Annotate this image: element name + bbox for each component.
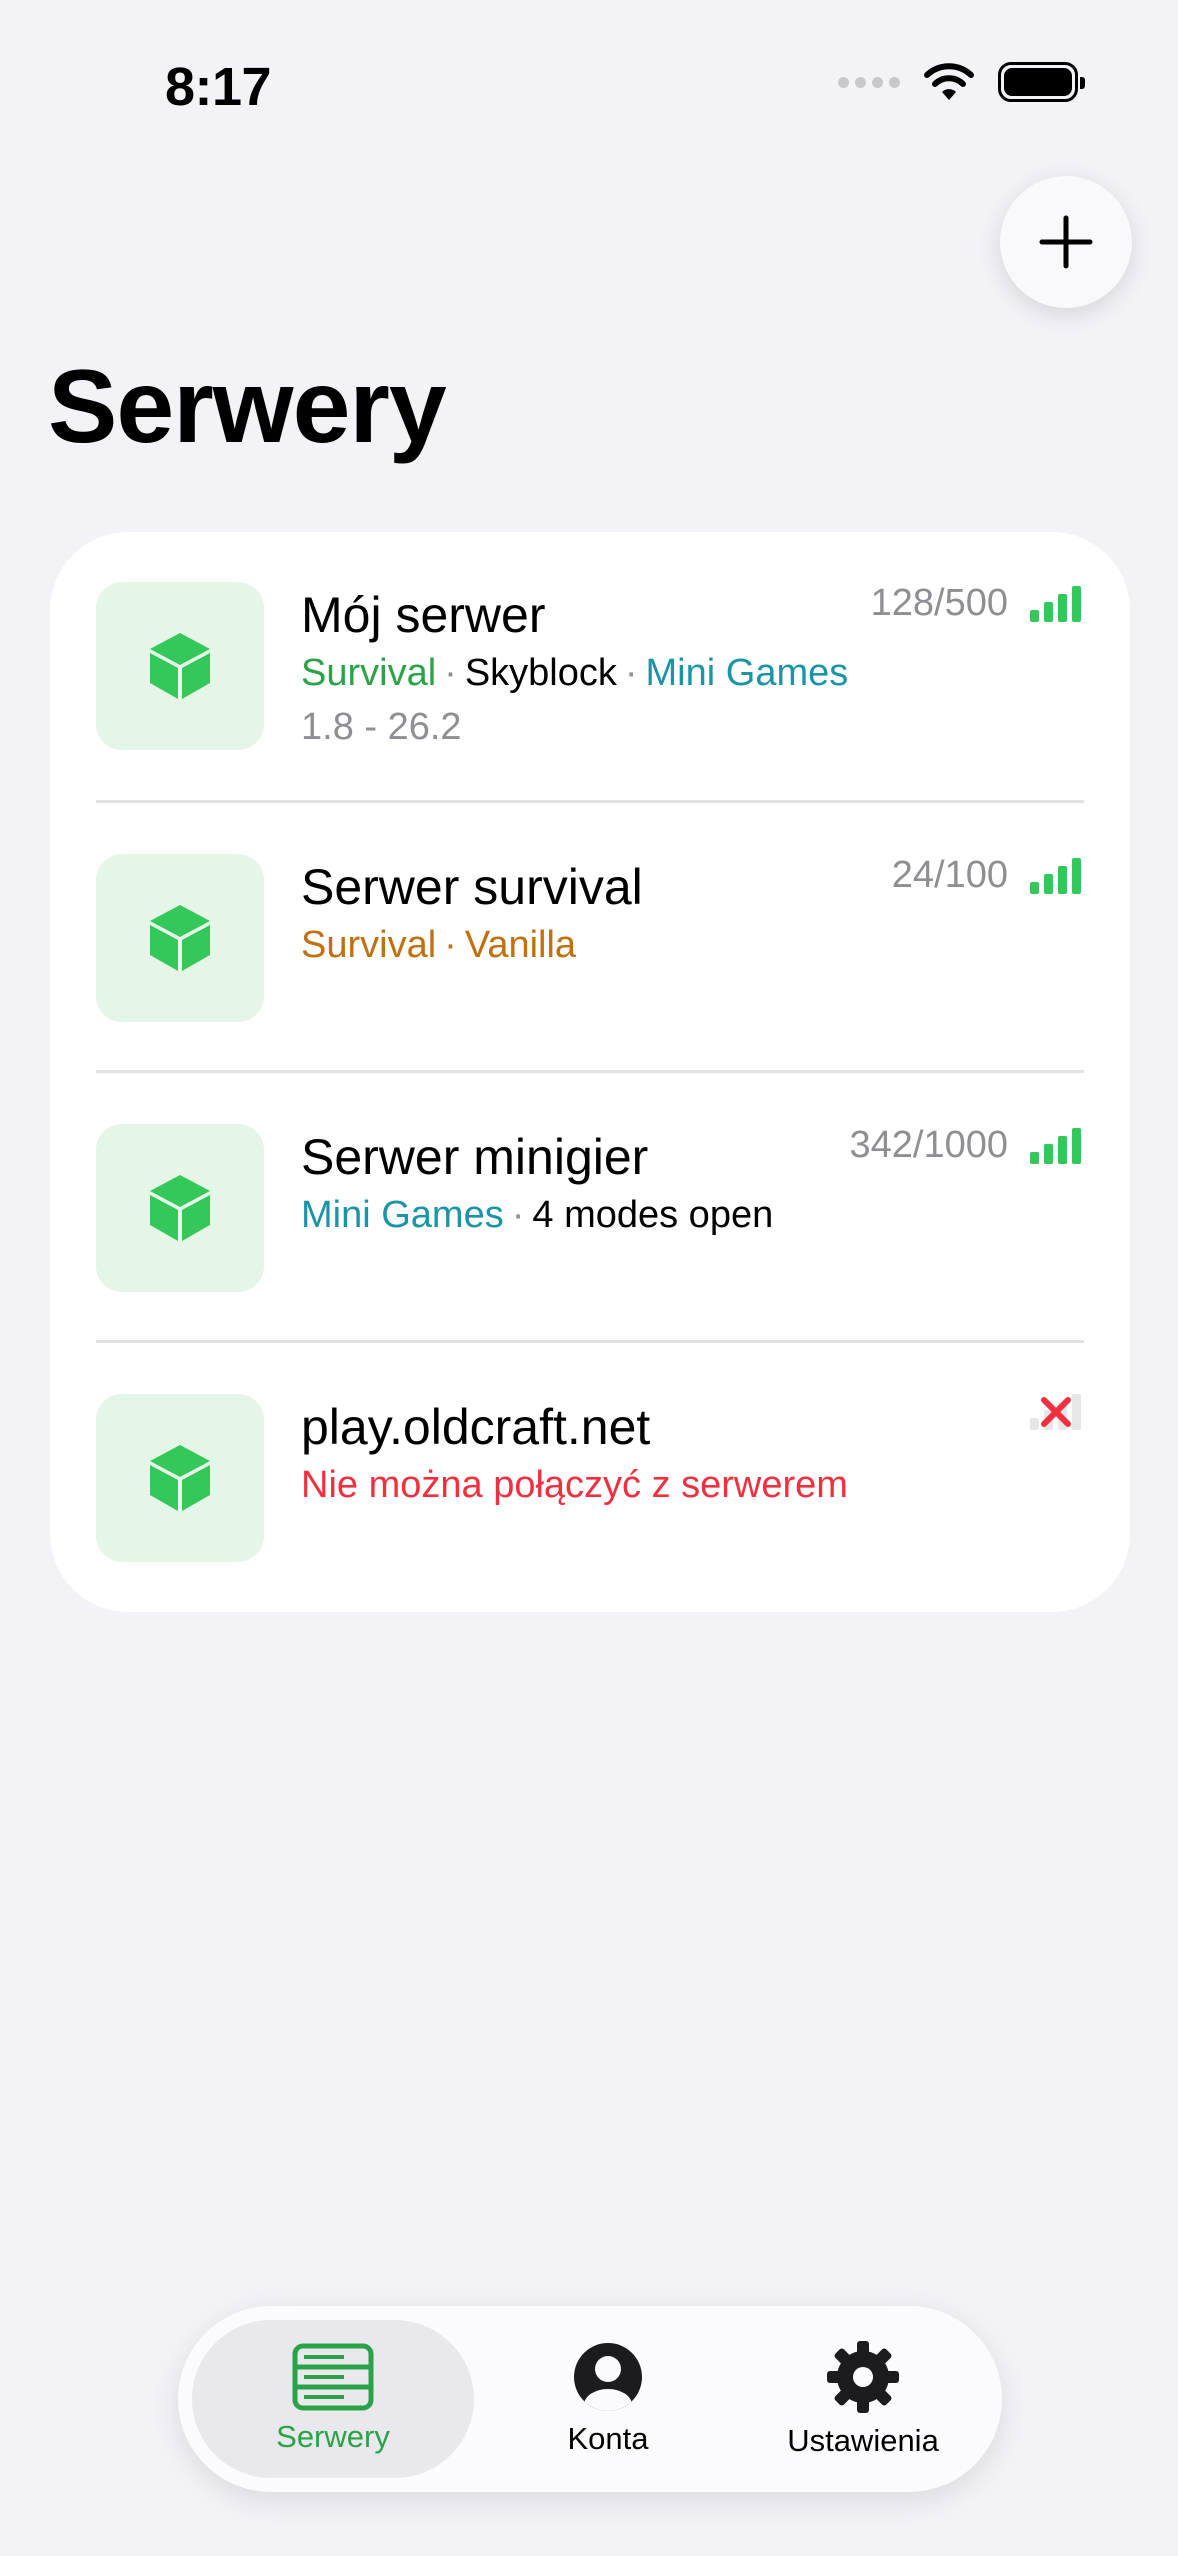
server-row[interactable]: Serwer survival 24/100 Survival · Vanilla [50, 804, 1130, 1054]
add-server-button[interactable] [1000, 176, 1132, 308]
tag-modes-open: 4 modes open [532, 1194, 774, 1236]
server-name: Serwer survival [301, 859, 643, 915]
tab-label: Ustawienia [787, 2423, 939, 2458]
tag-skyblock: Skyblock [464, 652, 617, 694]
wifi-icon [924, 63, 974, 100]
server-error-message: Nie można połączyć z serwerem [301, 1464, 848, 1506]
server-row[interactable]: Mój serwer 128/500 Survival · Skyblock · Min… [50, 532, 1130, 782]
status-time: 8:17 [165, 57, 272, 117]
server-tags: Survival · Skyblock · Mini Games [301, 652, 849, 694]
plus-icon [1039, 215, 1093, 269]
cellular-signal-icon [838, 76, 900, 88]
server-rack-icon [292, 2343, 374, 2411]
tag-mini-games: Mini Games [301, 1194, 504, 1236]
player-count: 128/500 [870, 582, 1008, 624]
server-name: play.oldcraft.net [301, 1399, 651, 1455]
tab-label: Konta [567, 2421, 649, 2456]
tag-vanilla: Vanilla [464, 924, 577, 966]
row-divider [96, 800, 1084, 803]
person-circle-icon [574, 2343, 642, 2411]
server-icon [96, 1124, 264, 1292]
battery-icon [998, 62, 1085, 102]
player-count: 342/1000 [849, 1124, 1009, 1166]
server-row[interactable]: Serwer minigier 342/1000 Mini Games · 4 mo… [50, 1074, 1130, 1324]
tab-bar: Serwery Konta Ustawienia [178, 2306, 1002, 2492]
cube-icon [150, 905, 210, 971]
server-icon [96, 582, 264, 750]
server-list: Mój serwer 128/500 Survival · Skyblock · Min… [50, 532, 1130, 1612]
server-icon [96, 854, 264, 1022]
server-tags: Mini Games · 4 modes open [301, 1194, 774, 1236]
tab-settings[interactable]: Ustawienia [738, 2320, 988, 2478]
signal-bars-icon [1030, 858, 1081, 894]
cube-icon [150, 633, 210, 699]
server-row[interactable]: play.oldcraft.net Nie można połączyć z s… [50, 1344, 1130, 1594]
tab-accounts[interactable]: Konta [498, 2320, 718, 2478]
server-icon [96, 1394, 264, 1562]
signal-bars-icon [1030, 586, 1081, 622]
tab-label: Serwery [276, 2419, 390, 2454]
row-divider [96, 1340, 1084, 1343]
tag-mini-games: Mini Games [645, 652, 849, 694]
tag-survival: Survival [301, 924, 437, 966]
signal-bars-icon [1030, 1128, 1081, 1164]
server-name: Mój serwer [301, 587, 546, 643]
player-count: 24/100 [891, 854, 1008, 896]
cube-icon [150, 1175, 210, 1241]
server-tags: Survival · Vanilla [301, 924, 577, 966]
server-name: Serwer minigier [301, 1129, 649, 1185]
row-divider [96, 1070, 1084, 1073]
server-version: 1.8 - 26.2 [301, 706, 462, 748]
page-title: Serwery [48, 349, 447, 465]
gear-icon [827, 2341, 899, 2413]
tab-servers[interactable]: Serwery [192, 2320, 474, 2478]
status-icons [838, 62, 1085, 102]
cube-icon [150, 1445, 210, 1511]
connection-error-icon [1030, 1394, 1081, 1430]
tag-survival: Survival [301, 652, 437, 694]
